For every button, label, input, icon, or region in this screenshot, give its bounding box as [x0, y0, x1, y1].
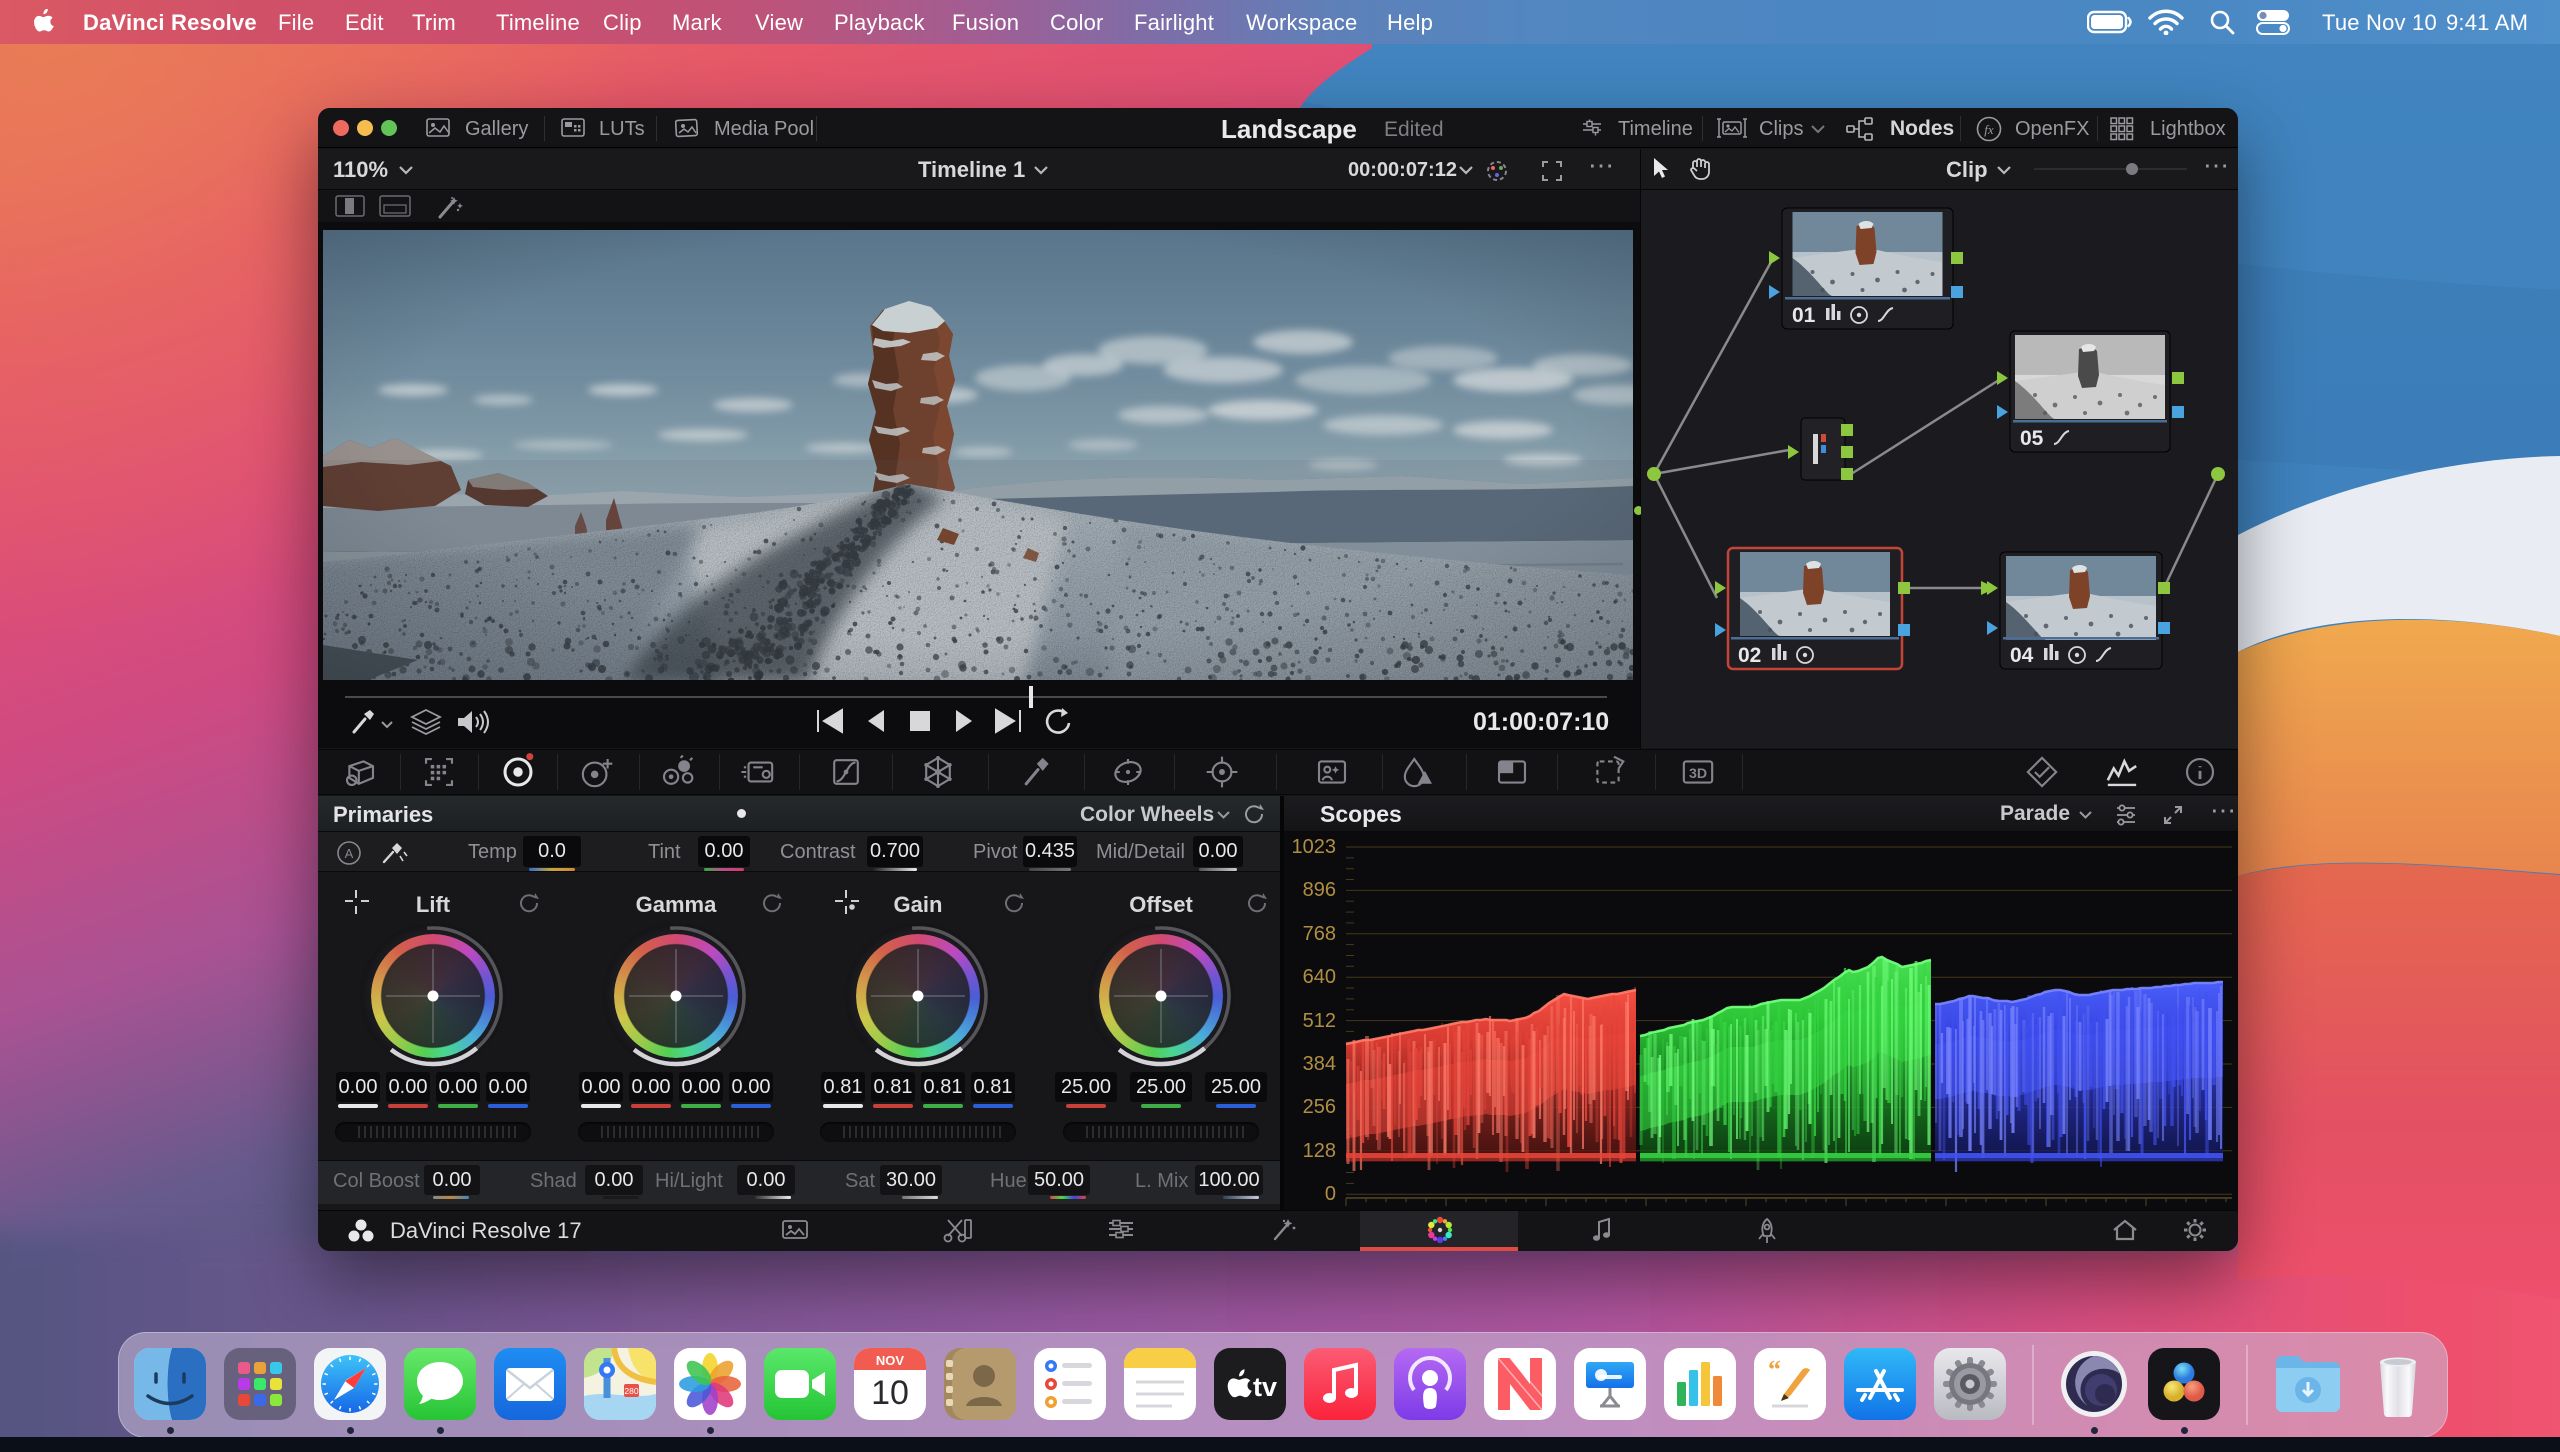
svg-text:01: 01 [1792, 304, 1816, 327]
svg-text:512: 512 [1303, 1010, 1336, 1032]
svg-text:3D: 3D [1689, 766, 1707, 782]
svg-text:256: 256 [1303, 1096, 1336, 1118]
svg-text:384: 384 [1303, 1053, 1336, 1075]
svg-text:05: 05 [2020, 427, 2044, 450]
svg-text:NOV: NOV [876, 1353, 905, 1368]
svg-text:280: 280 [624, 1386, 638, 1396]
svg-text:A: A [345, 846, 354, 861]
svg-text:640: 640 [1303, 966, 1336, 988]
svg-text:768: 768 [1303, 923, 1336, 945]
svg-text:“: “ [1768, 1355, 1781, 1384]
svg-text:1023: 1023 [1292, 836, 1337, 858]
svg-text:tv: tv [1253, 1372, 1277, 1402]
svg-text:fx: fx [1984, 122, 1994, 137]
svg-text:10: 10 [871, 1374, 909, 1412]
svg-text:896: 896 [1303, 879, 1336, 901]
svg-text:0: 0 [1325, 1183, 1336, 1205]
svg-text:02: 02 [1738, 644, 1761, 667]
svg-text:128: 128 [1303, 1140, 1336, 1162]
svg-text:04: 04 [2010, 644, 2034, 667]
